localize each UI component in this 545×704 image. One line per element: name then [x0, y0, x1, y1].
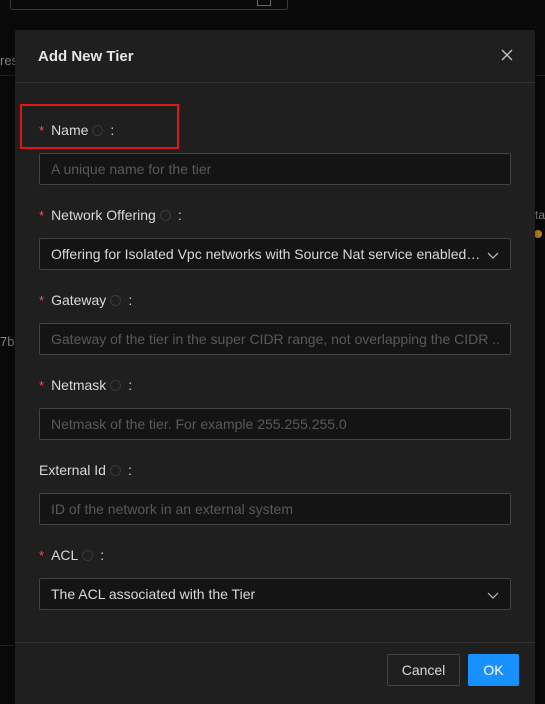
netmask-input[interactable]: Netmask of the tier. For example 255.255… [39, 408, 511, 440]
label-colon: : [110, 122, 115, 138]
gateway-label: * Gateway : [39, 290, 511, 310]
external-id-label: External Id : [39, 460, 511, 480]
netmask-label-text: Netmask [51, 377, 107, 393]
info-icon[interactable] [110, 379, 122, 391]
network-offering-field: * Network Offering : Offering for Isolat… [39, 205, 511, 270]
cancel-button[interactable]: Cancel [387, 654, 460, 686]
info-icon[interactable] [82, 549, 94, 561]
background-divider [0, 645, 14, 646]
background-text-fragment: 7b [0, 334, 15, 349]
ok-button[interactable]: OK [468, 654, 519, 686]
network-offering-select[interactable]: Offering for Isolated Vpc networks with … [39, 238, 511, 270]
label-colon: : [177, 207, 182, 223]
netmask-placeholder: Netmask of the tier. For example 255.255… [51, 416, 347, 432]
background-divider [0, 75, 14, 76]
chevron-down-icon [487, 590, 499, 600]
background-search-input [10, 0, 288, 10]
info-icon[interactable] [109, 464, 121, 476]
network-offering-label: * Network Offering : [39, 205, 511, 225]
add-tier-dialog: Add New Tier * Name : A unique name for … [15, 30, 535, 704]
label-colon: : [100, 547, 105, 563]
info-icon[interactable] [110, 294, 122, 306]
external-id-input[interactable]: ID of the network in an external system [39, 493, 511, 525]
acl-field: * ACL : The ACL associated with the Tier [39, 545, 511, 610]
close-button[interactable] [499, 47, 515, 63]
acl-select[interactable]: The ACL associated with the Tier [39, 578, 511, 610]
network-offering-value: Offering for Isolated Vpc networks with … [51, 246, 490, 262]
name-label: * Name : [39, 120, 511, 140]
gateway-field: * Gateway : Gateway of the tier in the s… [39, 290, 511, 355]
acl-label: * ACL : [39, 545, 511, 565]
label-colon: : [128, 292, 133, 308]
background-text-fragment: ta [535, 208, 545, 222]
netmask-field: * Netmask : Netmask of the tier. For exa… [39, 375, 511, 440]
required-mark: * [39, 207, 45, 223]
close-icon [501, 49, 513, 61]
dialog-footer: Cancel OK [15, 642, 535, 697]
background-divider [536, 75, 545, 76]
gateway-placeholder: Gateway of the tier in the super CIDR ra… [51, 331, 499, 347]
external-id-label-text: External Id [39, 462, 106, 478]
chevron-down-icon [487, 250, 499, 260]
info-icon[interactable] [159, 209, 171, 221]
external-id-field: External Id : ID of the network in an ex… [39, 460, 511, 525]
label-colon: : [128, 377, 133, 393]
name-input[interactable]: A unique name for the tier [39, 153, 511, 185]
network-offering-label-text: Network Offering [51, 207, 156, 223]
background-calendar-icon [257, 0, 271, 6]
netmask-label: * Netmask : [39, 375, 511, 395]
required-mark: * [39, 292, 45, 308]
acl-label-text: ACL [51, 547, 79, 563]
name-field: * Name : A unique name for the tier [39, 120, 511, 185]
acl-value: The ACL associated with the Tier [51, 586, 256, 602]
required-mark: * [39, 547, 45, 563]
background-status-dot [534, 230, 542, 238]
info-icon[interactable] [92, 124, 104, 136]
name-label-text: Name [51, 122, 89, 138]
required-mark: * [39, 377, 45, 393]
gateway-label-text: Gateway [51, 292, 107, 308]
dialog-header: Add New Tier [15, 30, 535, 83]
name-placeholder: A unique name for the tier [51, 161, 212, 177]
external-id-placeholder: ID of the network in an external system [51, 501, 293, 517]
gateway-input[interactable]: Gateway of the tier in the super CIDR ra… [39, 323, 511, 355]
label-colon: : [127, 462, 132, 478]
required-mark: * [39, 122, 45, 138]
dialog-title: Add New Tier [38, 47, 134, 65]
